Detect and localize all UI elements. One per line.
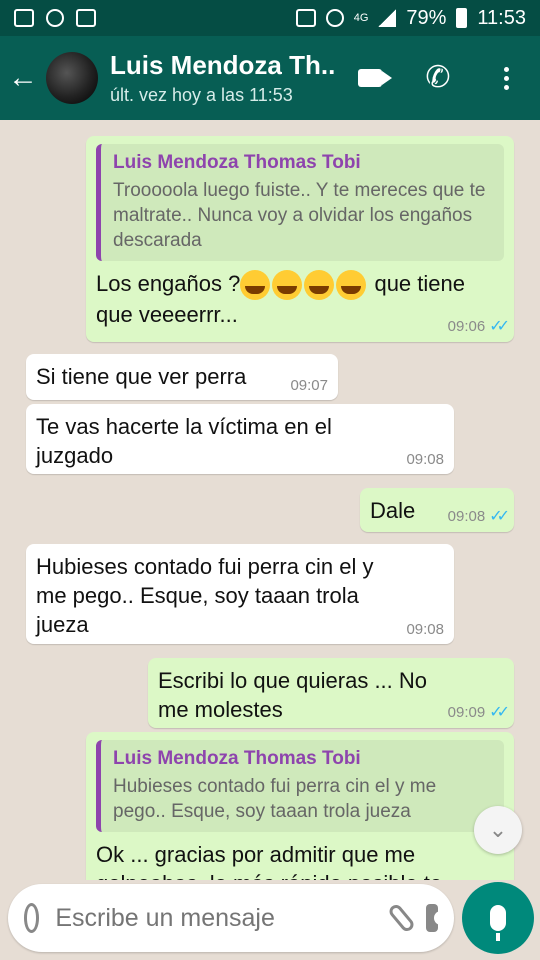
message-text: Te vas hacerte la víctima en el juzgado xyxy=(36,414,332,468)
facebook-icon xyxy=(76,9,96,27)
message-bubble-outgoing[interactable]: Luis Mendoza Thomas Tobi Hubieses contad… xyxy=(86,732,514,880)
read-ticks-icon: ✓✓ xyxy=(489,508,510,525)
message-time: 09:09 xyxy=(447,703,486,721)
laughing-emoji-icon xyxy=(272,270,303,301)
quoted-message[interactable]: Luis Mendoza Thomas Tobi Trooooola luego… xyxy=(96,144,504,261)
laughing-emoji-icon xyxy=(304,270,335,301)
message-bubble-outgoing[interactable]: Luis Mendoza Thomas Tobi Trooooola luego… xyxy=(86,136,514,342)
gallery-icon xyxy=(14,9,34,27)
notification-icons xyxy=(14,9,96,27)
laughing-emoji-icon xyxy=(336,270,367,301)
status-bar: 4G 79% 11:53 xyxy=(0,0,540,36)
quoted-message[interactable]: Luis Mendoza Thomas Tobi Hubieses contad… xyxy=(96,740,504,832)
laughing-emoji-icon xyxy=(240,270,271,301)
message-composer xyxy=(8,884,454,952)
camera-icon[interactable] xyxy=(426,904,448,932)
message-bubble-outgoing[interactable]: Dale 09:08 ✓✓ xyxy=(360,488,514,532)
mic-icon xyxy=(490,905,506,941)
chevron-double-down-icon: ⌄ xyxy=(488,817,508,842)
last-seen: últ. vez hoy a las 11:53 xyxy=(110,85,293,105)
read-ticks-icon: ✓✓ xyxy=(489,704,510,721)
message-bubble-incoming[interactable]: Si tiene que ver perra 09:07 xyxy=(26,354,338,400)
alarm-icon xyxy=(325,9,344,27)
contact-name: Luis Mendoza Th... xyxy=(110,50,336,80)
message-time: 09:08 xyxy=(406,621,444,638)
voice-record-button[interactable] xyxy=(462,882,534,954)
message-bubble-incoming[interactable]: Te vas hacerte la víctima en el juzgado … xyxy=(26,404,454,474)
paperclip-icon[interactable] xyxy=(387,902,417,934)
quote-text: Trooooola luego fuiste.. Y te mereces qu… xyxy=(113,180,486,251)
signal-icon xyxy=(378,9,397,27)
voice-call-button[interactable]: ✆ xyxy=(404,36,472,120)
avatar[interactable] xyxy=(46,52,98,104)
message-text-part: Los engaños ? xyxy=(96,271,241,296)
message-time: 09:07 xyxy=(290,377,328,394)
network-type: 4G xyxy=(353,11,369,24)
more-vert-icon xyxy=(503,66,509,90)
message-time: 09:06 xyxy=(447,317,486,335)
instagram-icon xyxy=(46,9,64,27)
quote-author: Luis Mendoza Thomas Tobi xyxy=(113,748,361,769)
message-text: Escribi lo que quieras ... No me moleste… xyxy=(158,668,428,722)
message-meta: 09:08 xyxy=(406,621,444,638)
emoji-icon[interactable] xyxy=(24,903,40,933)
scroll-to-bottom-button[interactable]: ⌄ xyxy=(474,806,522,854)
system-icons: 4G 79% 11:53 xyxy=(295,6,526,30)
message-meta: 09:08 xyxy=(406,451,444,468)
phone-icon: ✆ xyxy=(425,61,451,94)
battery-saver-icon xyxy=(295,9,316,27)
message-meta: 09:06 ✓✓ xyxy=(447,316,510,336)
message-text: Hubieses contado fui perra cin el y me p… xyxy=(36,554,374,637)
message-text: Si tiene que ver perra xyxy=(36,364,247,389)
quote-text: Hubieses contado fui perra cin el y me p… xyxy=(113,776,437,822)
chat-messages[interactable]: Luis Mendoza Thomas Tobi Trooooola luego… xyxy=(0,120,540,880)
message-meta: 09:09 ✓✓ xyxy=(447,702,510,722)
menu-button[interactable] xyxy=(472,36,540,120)
message-text: Ok ... gracias por admitir que me golpea… xyxy=(96,842,442,880)
contact-info[interactable]: Luis Mendoza Th... últ. vez hoy a las 11… xyxy=(110,50,336,106)
video-call-button[interactable] xyxy=(336,36,404,120)
message-meta: 09:07 xyxy=(290,377,328,394)
message-bubble-incoming[interactable]: Hubieses contado fui perra cin el y me p… xyxy=(26,544,454,644)
message-meta: 09:08 ✓✓ xyxy=(447,506,510,526)
quote-author: Luis Mendoza Thomas Tobi xyxy=(113,152,361,173)
video-call-icon xyxy=(358,69,392,87)
message-bubble-outgoing[interactable]: Escribi lo que quieras ... No me moleste… xyxy=(148,658,514,728)
battery-icon xyxy=(456,8,468,28)
chat-header: ← Luis Mendoza Th... últ. vez hoy a las … xyxy=(0,36,540,120)
message-time: 09:08 xyxy=(447,507,486,525)
clock: 11:53 xyxy=(477,6,526,29)
message-input[interactable] xyxy=(55,903,378,933)
message-text: Los engaños ? que tiene que veeeerrr... xyxy=(96,269,504,329)
battery-percent: 79% xyxy=(406,6,447,29)
message-time: 09:08 xyxy=(406,451,444,468)
read-ticks-icon: ✓✓ xyxy=(489,318,510,335)
arrow-left-icon[interactable]: ← xyxy=(0,36,46,120)
